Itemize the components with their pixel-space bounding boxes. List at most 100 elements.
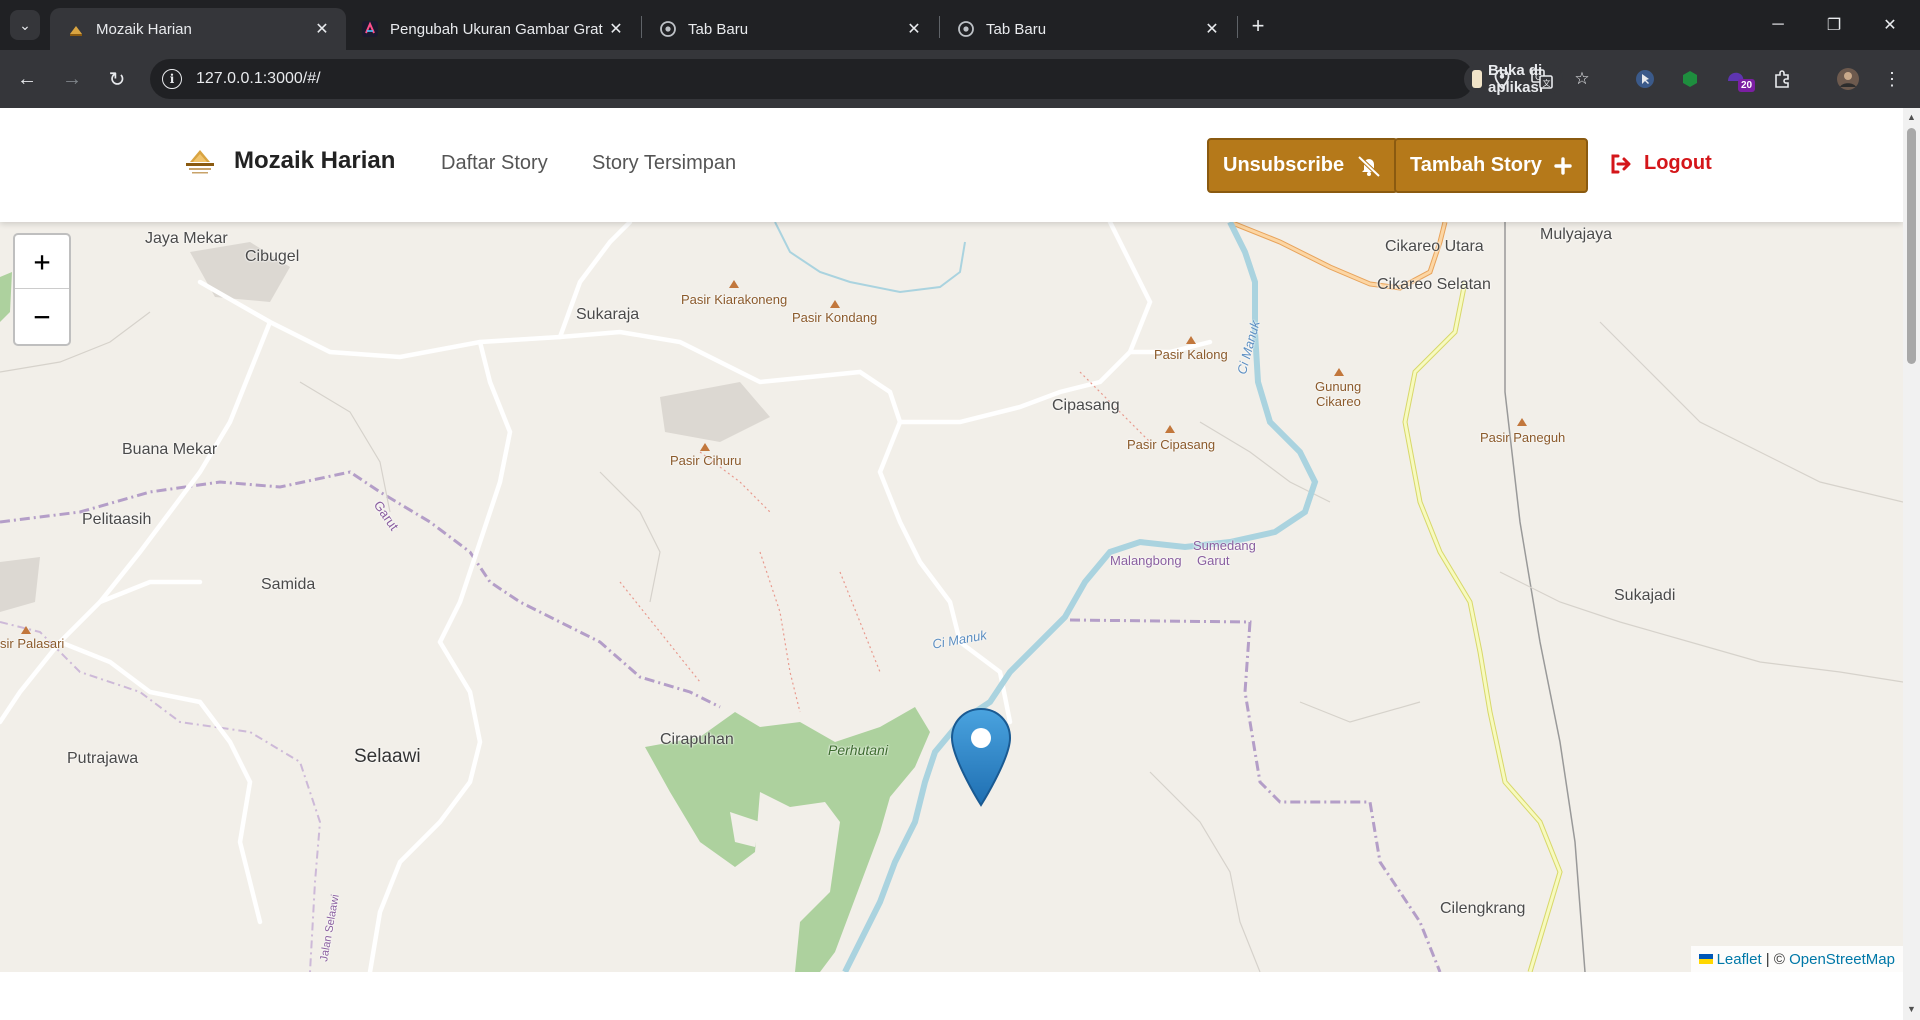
logout-button[interactable]: Logout (1610, 152, 1712, 175)
peak-label: Pasir Cipasang (1127, 437, 1216, 452)
extension-badge: 20 (1738, 79, 1756, 92)
app-header: Mozaik Harian Daftar Story Story Tersimp… (0, 108, 1903, 222)
admin-label: Garut (1197, 553, 1230, 568)
close-icon[interactable]: ✕ (606, 19, 626, 39)
place-label: Cikareo Utara (1385, 238, 1484, 255)
extension-counter-icon[interactable]: 20 (1722, 65, 1756, 93)
tab-separator (1237, 16, 1238, 38)
peak-icon (1186, 336, 1196, 344)
browser-tab-pengubah-ukuran[interactable]: Pengubah Ukuran Gambar Grat ✕ (344, 8, 640, 50)
tambah-story-button[interactable]: Tambah Story (1394, 138, 1588, 193)
place-label: Sukajadi (1614, 587, 1676, 604)
close-icon[interactable]: ✕ (312, 19, 332, 39)
translate-icon[interactable]: G文 (1530, 68, 1554, 90)
place-label: Cibugel (245, 248, 300, 265)
bookmark-star-icon[interactable]: ☆ (1570, 68, 1594, 90)
tab-search-chevron-icon[interactable]: ⌄ (10, 10, 40, 40)
restore-icon[interactable]: ❐ (1814, 10, 1854, 40)
peak-icon (700, 443, 710, 451)
browser-tab-mozaik-harian[interactable]: Mozaik Harian ✕ (50, 8, 346, 50)
place-label: Sukaraja (576, 306, 640, 323)
tab-title: Tab Baru (688, 20, 749, 38)
mozaik-favicon-icon (68, 21, 84, 37)
new-tab-plus-icon[interactable]: + (1244, 12, 1272, 40)
zoom-out-button[interactable]: − (15, 289, 69, 343)
window-close-icon[interactable]: ✕ (1870, 10, 1910, 40)
close-icon[interactable]: ✕ (904, 19, 924, 39)
page-viewport: Mozaik Harian Daftar Story Story Tersimp… (0, 108, 1903, 1020)
location-pin-icon[interactable] (1490, 68, 1514, 90)
peak-label: Pasir Kalong (1154, 347, 1228, 362)
minimize-icon[interactable]: ─ (1758, 10, 1798, 40)
reload-icon[interactable]: ↻ (102, 64, 132, 94)
profile-avatar-icon[interactable] (1834, 65, 1862, 93)
back-arrow-icon[interactable]: ← (12, 64, 42, 94)
peak-label: Gunung (1315, 379, 1362, 394)
leaflet-link[interactable]: Leaflet (1717, 951, 1762, 968)
peak-label: Pasir Cihuru (670, 453, 742, 468)
extension-green-icon[interactable] (1676, 65, 1704, 93)
peak-icon (21, 626, 31, 634)
app-icon (1472, 70, 1482, 88)
nav-daftar-story[interactable]: Daftar Story (441, 152, 548, 175)
plus-icon (1554, 156, 1572, 175)
unsubscribe-label: Unsubscribe (1223, 154, 1345, 176)
nav-story-tersimpan[interactable]: Story Tersimpan (592, 152, 736, 175)
place-label: Cilengkrang (1440, 900, 1526, 917)
peak-label: Pasir Paneguh (1480, 430, 1566, 445)
tambah-story-label: Tambah Story (1410, 154, 1542, 176)
extensions-puzzle-icon[interactable] (1768, 65, 1796, 93)
place-label: Cikareo Selatan (1377, 276, 1491, 293)
chrome-favicon-icon (660, 21, 676, 37)
openstreetmap-link[interactable]: OpenStreetMap (1789, 951, 1895, 968)
forward-arrow-icon[interactable]: → (57, 64, 87, 94)
story-location-marker-icon[interactable] (950, 707, 1012, 807)
sign-out-icon (1610, 154, 1632, 174)
image-resizer-favicon-icon (362, 21, 378, 37)
zoom-control: + − (13, 233, 71, 346)
zoom-in-button[interactable]: + (15, 235, 69, 289)
place-label: Cipasang (1052, 397, 1120, 414)
browser-menu-icon[interactable]: ⋮ (1878, 65, 1906, 93)
close-icon[interactable]: ✕ (1202, 19, 1222, 39)
site-info-icon[interactable]: i (162, 69, 182, 89)
bell-slash-icon (1356, 155, 1382, 177)
place-label: Cirapuhan (660, 731, 734, 748)
peak-label: Pasir Kondang (792, 310, 878, 325)
page-scrollbar[interactable]: ▲ ▼ (1903, 108, 1920, 1020)
brand[interactable]: Mozaik Harian (182, 146, 395, 176)
extension-cursor-icon[interactable] (1631, 65, 1659, 93)
unsubscribe-button[interactable]: Unsubscribe (1207, 138, 1399, 193)
browser-tabstrip: ⌄ Mozaik Harian ✕ Pengubah Ukuran Gambar… (0, 0, 1920, 50)
scroll-up-arrow-icon[interactable]: ▲ (1906, 112, 1917, 122)
peak-icon (830, 300, 840, 308)
peak-icon (729, 280, 739, 288)
forest-label: Perhutani (828, 742, 888, 758)
admin-label: Sumedang (1193, 538, 1256, 553)
address-bar[interactable]: i 127.0.0.1:3000/#/ Buka di aplikasi G文 … (150, 59, 1590, 99)
peak-label: sir Palasari (0, 636, 65, 651)
browser-tab-tab-baru-2[interactable]: Tab Baru ✕ (940, 8, 1236, 50)
tab-title: Tab Baru (986, 20, 1047, 38)
mozaik-logo-icon (186, 150, 214, 174)
brand-name: Mozaik Harian (234, 147, 396, 174)
scrollbar-thumb[interactable] (1907, 128, 1916, 364)
peak-label: Cikareo (1316, 394, 1361, 409)
place-label: Putrajawa (67, 750, 139, 767)
place-label: Jaya Mekar (145, 230, 228, 247)
svg-text:文: 文 (1543, 78, 1551, 88)
browser-toolbar: ← → ↻ i 127.0.0.1:3000/#/ Buka di aplika… (0, 50, 1920, 108)
url-text[interactable]: 127.0.0.1:3000/#/ (196, 70, 321, 88)
logout-label: Logout (1644, 152, 1712, 174)
ukraine-flag-icon (1698, 954, 1713, 964)
admin-label: Malangbong (1110, 553, 1182, 568)
place-label: Pelitaasih (82, 511, 152, 528)
story-map[interactable]: + − Jaya Mekar Cibugel Sukaraja Buana Me… (0, 222, 1903, 972)
place-label: Selaawi (354, 746, 421, 767)
place-label: Buana Mekar (122, 441, 218, 458)
peak-label: Pasir Kiarakoneng (681, 292, 788, 307)
tab-title: Pengubah Ukuran Gambar Grat (390, 20, 603, 38)
peak-icon (1334, 368, 1344, 376)
browser-tab-tab-baru-1[interactable]: Tab Baru ✕ (642, 8, 938, 50)
scroll-down-arrow-icon[interactable]: ▼ (1906, 1004, 1917, 1014)
